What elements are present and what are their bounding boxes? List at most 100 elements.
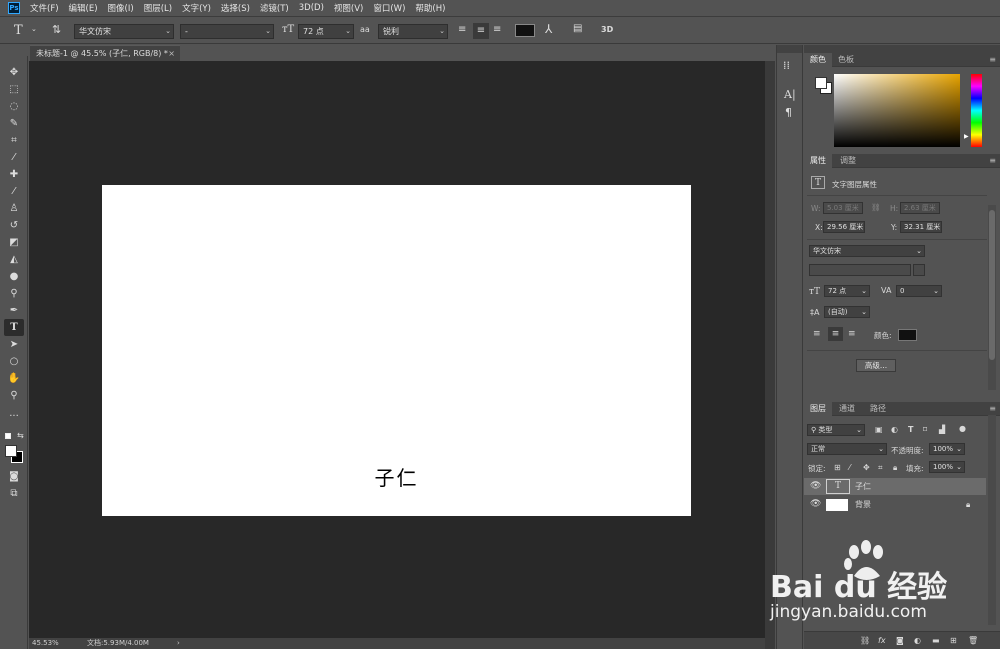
- y-field[interactable]: 32.31 厘米: [900, 221, 942, 233]
- history-brush-icon[interactable]: ↺: [4, 217, 24, 234]
- layer-row-background[interactable]: 👁︎ 背景 🔒︎: [804, 496, 986, 513]
- lock-artboard-icon[interactable]: ⌗: [878, 463, 883, 473]
- antialias-select[interactable]: 锐利 ⌄: [378, 24, 448, 39]
- hue-pointer-icon[interactable]: ▶: [964, 133, 969, 140]
- panel-menu-icon[interactable]: ≡: [989, 55, 996, 64]
- document-canvas[interactable]: 子仁: [102, 185, 691, 516]
- chevron-down-icon[interactable]: ⌄: [31, 26, 37, 33]
- props-tracking-select[interactable]: 0 ⌄: [896, 285, 942, 297]
- align-center-icon[interactable]: ≡: [473, 23, 489, 39]
- menu-filter[interactable]: 滤镜(T): [260, 2, 289, 14]
- menu-edit[interactable]: 编辑(E): [69, 2, 98, 14]
- tab-channels[interactable]: 通道: [833, 402, 861, 416]
- tab-paths[interactable]: 路径: [864, 402, 892, 416]
- move-tool-icon[interactable]: ✥: [4, 64, 24, 81]
- menu-select[interactable]: 选择(S): [221, 2, 250, 14]
- lasso-tool-icon[interactable]: ◌: [4, 98, 24, 115]
- blur-tool-icon[interactable]: ●: [4, 268, 24, 285]
- font-family-select[interactable]: 华文仿宋 ⌄: [74, 24, 174, 39]
- marquee-tool-icon[interactable]: ⬚: [4, 81, 24, 98]
- tab-adjustments[interactable]: 调整: [834, 154, 862, 168]
- brush-tool-icon[interactable]: ⁄: [4, 183, 24, 200]
- layer-name[interactable]: 子仁: [855, 478, 871, 495]
- width-field[interactable]: 5.03 厘米: [823, 202, 863, 214]
- menu-file[interactable]: 文件(F): [30, 2, 59, 14]
- panel-menu-icon[interactable]: ≡: [989, 156, 996, 165]
- history-panel-icon[interactable]: ⁞⁞: [783, 60, 790, 71]
- font-style-select[interactable]: - ⌄: [180, 24, 274, 39]
- adjust-icon[interactable]: ◐: [914, 636, 921, 645]
- filter-adjust-icon[interactable]: ◐: [891, 425, 898, 434]
- quick-mask-icon[interactable]: ◙: [4, 468, 24, 485]
- menu-image[interactable]: 图像(I): [108, 2, 134, 14]
- opacity-field[interactable]: 100% ⌄: [929, 443, 965, 455]
- align-center-icon[interactable]: ≡: [828, 327, 843, 341]
- lock-position-icon[interactable]: ✥: [863, 463, 870, 472]
- quick-select-tool-icon[interactable]: ✎: [4, 115, 24, 132]
- props-size-select[interactable]: 72 点 ⌄: [824, 285, 870, 297]
- trash-icon[interactable]: 🗑︎: [968, 636, 978, 645]
- type-tool-preset-icon[interactable]: T: [14, 24, 23, 37]
- filter-shape-icon[interactable]: ⌑: [923, 425, 927, 434]
- close-icon[interactable]: ×: [168, 46, 175, 61]
- panels-toggle-icon[interactable]: ▤: [573, 24, 582, 34]
- paragraph-panel-icon[interactable]: ¶: [785, 107, 792, 118]
- eraser-tool-icon[interactable]: ◩: [4, 234, 24, 251]
- align-right-icon[interactable]: ≡: [493, 25, 501, 35]
- default-colors-icon[interactable]: [5, 433, 11, 439]
- props-font-select[interactable]: 华文仿宋 ⌄: [809, 245, 925, 257]
- props-scroll-thumb[interactable]: [989, 210, 995, 360]
- blend-mode-select[interactable]: 正常 ⌄: [807, 443, 887, 455]
- lock-pixels-icon[interactable]: ⁄: [849, 463, 850, 472]
- tab-layers[interactable]: 图层: [804, 402, 832, 416]
- warp-text-icon[interactable]: ⅄: [545, 23, 552, 35]
- canvas-area[interactable]: 子仁: [29, 61, 765, 638]
- canvas-text-layer[interactable]: 子仁: [102, 462, 691, 491]
- swap-colors-icon[interactable]: ⇆: [17, 431, 24, 440]
- lock-all-icon[interactable]: 🔒︎: [893, 463, 897, 473]
- pen-tool-icon[interactable]: ✒: [4, 302, 24, 319]
- eyedropper-tool-icon[interactable]: ⁄: [4, 149, 24, 166]
- menu-type[interactable]: 文字(Y): [182, 2, 211, 14]
- zoom-tool-icon[interactable]: ⚲: [4, 387, 24, 404]
- filter-type-icon[interactable]: T: [908, 425, 913, 434]
- text-color-swatch[interactable]: [515, 24, 535, 37]
- menu-help[interactable]: 帮助(H): [415, 2, 445, 14]
- type-tool-icon[interactable]: T: [4, 319, 24, 336]
- align-left-icon[interactable]: ≡: [813, 329, 821, 339]
- chevron-down-icon[interactable]: [913, 264, 925, 276]
- fill-field[interactable]: 100% ⌄: [929, 461, 965, 473]
- status-arrow-icon[interactable]: ›: [177, 638, 180, 649]
- fx-icon[interactable]: fx: [878, 636, 886, 645]
- tab-properties[interactable]: 属性: [804, 154, 832, 168]
- mask-icon[interactable]: ◙: [896, 636, 904, 645]
- menu-3d[interactable]: 3D(D): [299, 3, 324, 13]
- align-left-icon[interactable]: ≡: [458, 25, 466, 35]
- screen-mode-icon[interactable]: ⧉: [4, 485, 24, 502]
- link-icon[interactable]: ⛓: [860, 636, 870, 645]
- layer-filter-select[interactable]: ⚲ 类型 ⌄: [807, 424, 865, 436]
- character-panel-icon[interactable]: A|: [784, 89, 796, 100]
- paint-bucket-icon[interactable]: ◭: [4, 251, 24, 268]
- props-color-swatch[interactable]: [898, 329, 917, 341]
- align-right-icon[interactable]: ≡: [848, 329, 856, 339]
- filter-pixel-icon[interactable]: ▣: [875, 425, 883, 434]
- crop-tool-icon[interactable]: ⌗: [4, 132, 24, 149]
- x-field[interactable]: 29.56 厘米: [823, 221, 865, 233]
- group-icon[interactable]: ▬: [932, 636, 940, 645]
- filter-smart-icon[interactable]: ▟: [939, 425, 945, 434]
- foreground-color-swatch[interactable]: [5, 445, 17, 457]
- font-size-select[interactable]: 72 点 ⌄: [298, 24, 354, 39]
- color-fg-swatch[interactable]: [815, 77, 827, 89]
- menu-window[interactable]: 窗口(W): [373, 2, 405, 14]
- 3d-button[interactable]: 3D: [601, 26, 613, 34]
- panel-menu-icon[interactable]: ≡: [989, 404, 996, 413]
- props-scrollbar[interactable]: [988, 205, 996, 390]
- document-tab[interactable]: 未标题-1 @ 45.5% (子仁, RGB/8) * ×: [30, 45, 180, 61]
- link-icon[interactable]: ⛓: [871, 203, 881, 212]
- height-field[interactable]: 2.63 厘米: [900, 202, 940, 214]
- hand-tool-icon[interactable]: ✋: [4, 370, 24, 387]
- toggle-orientation-icon[interactable]: ⇅: [52, 24, 61, 35]
- ellipse-tool-icon[interactable]: ○: [4, 353, 24, 370]
- props-style-select[interactable]: [809, 264, 911, 276]
